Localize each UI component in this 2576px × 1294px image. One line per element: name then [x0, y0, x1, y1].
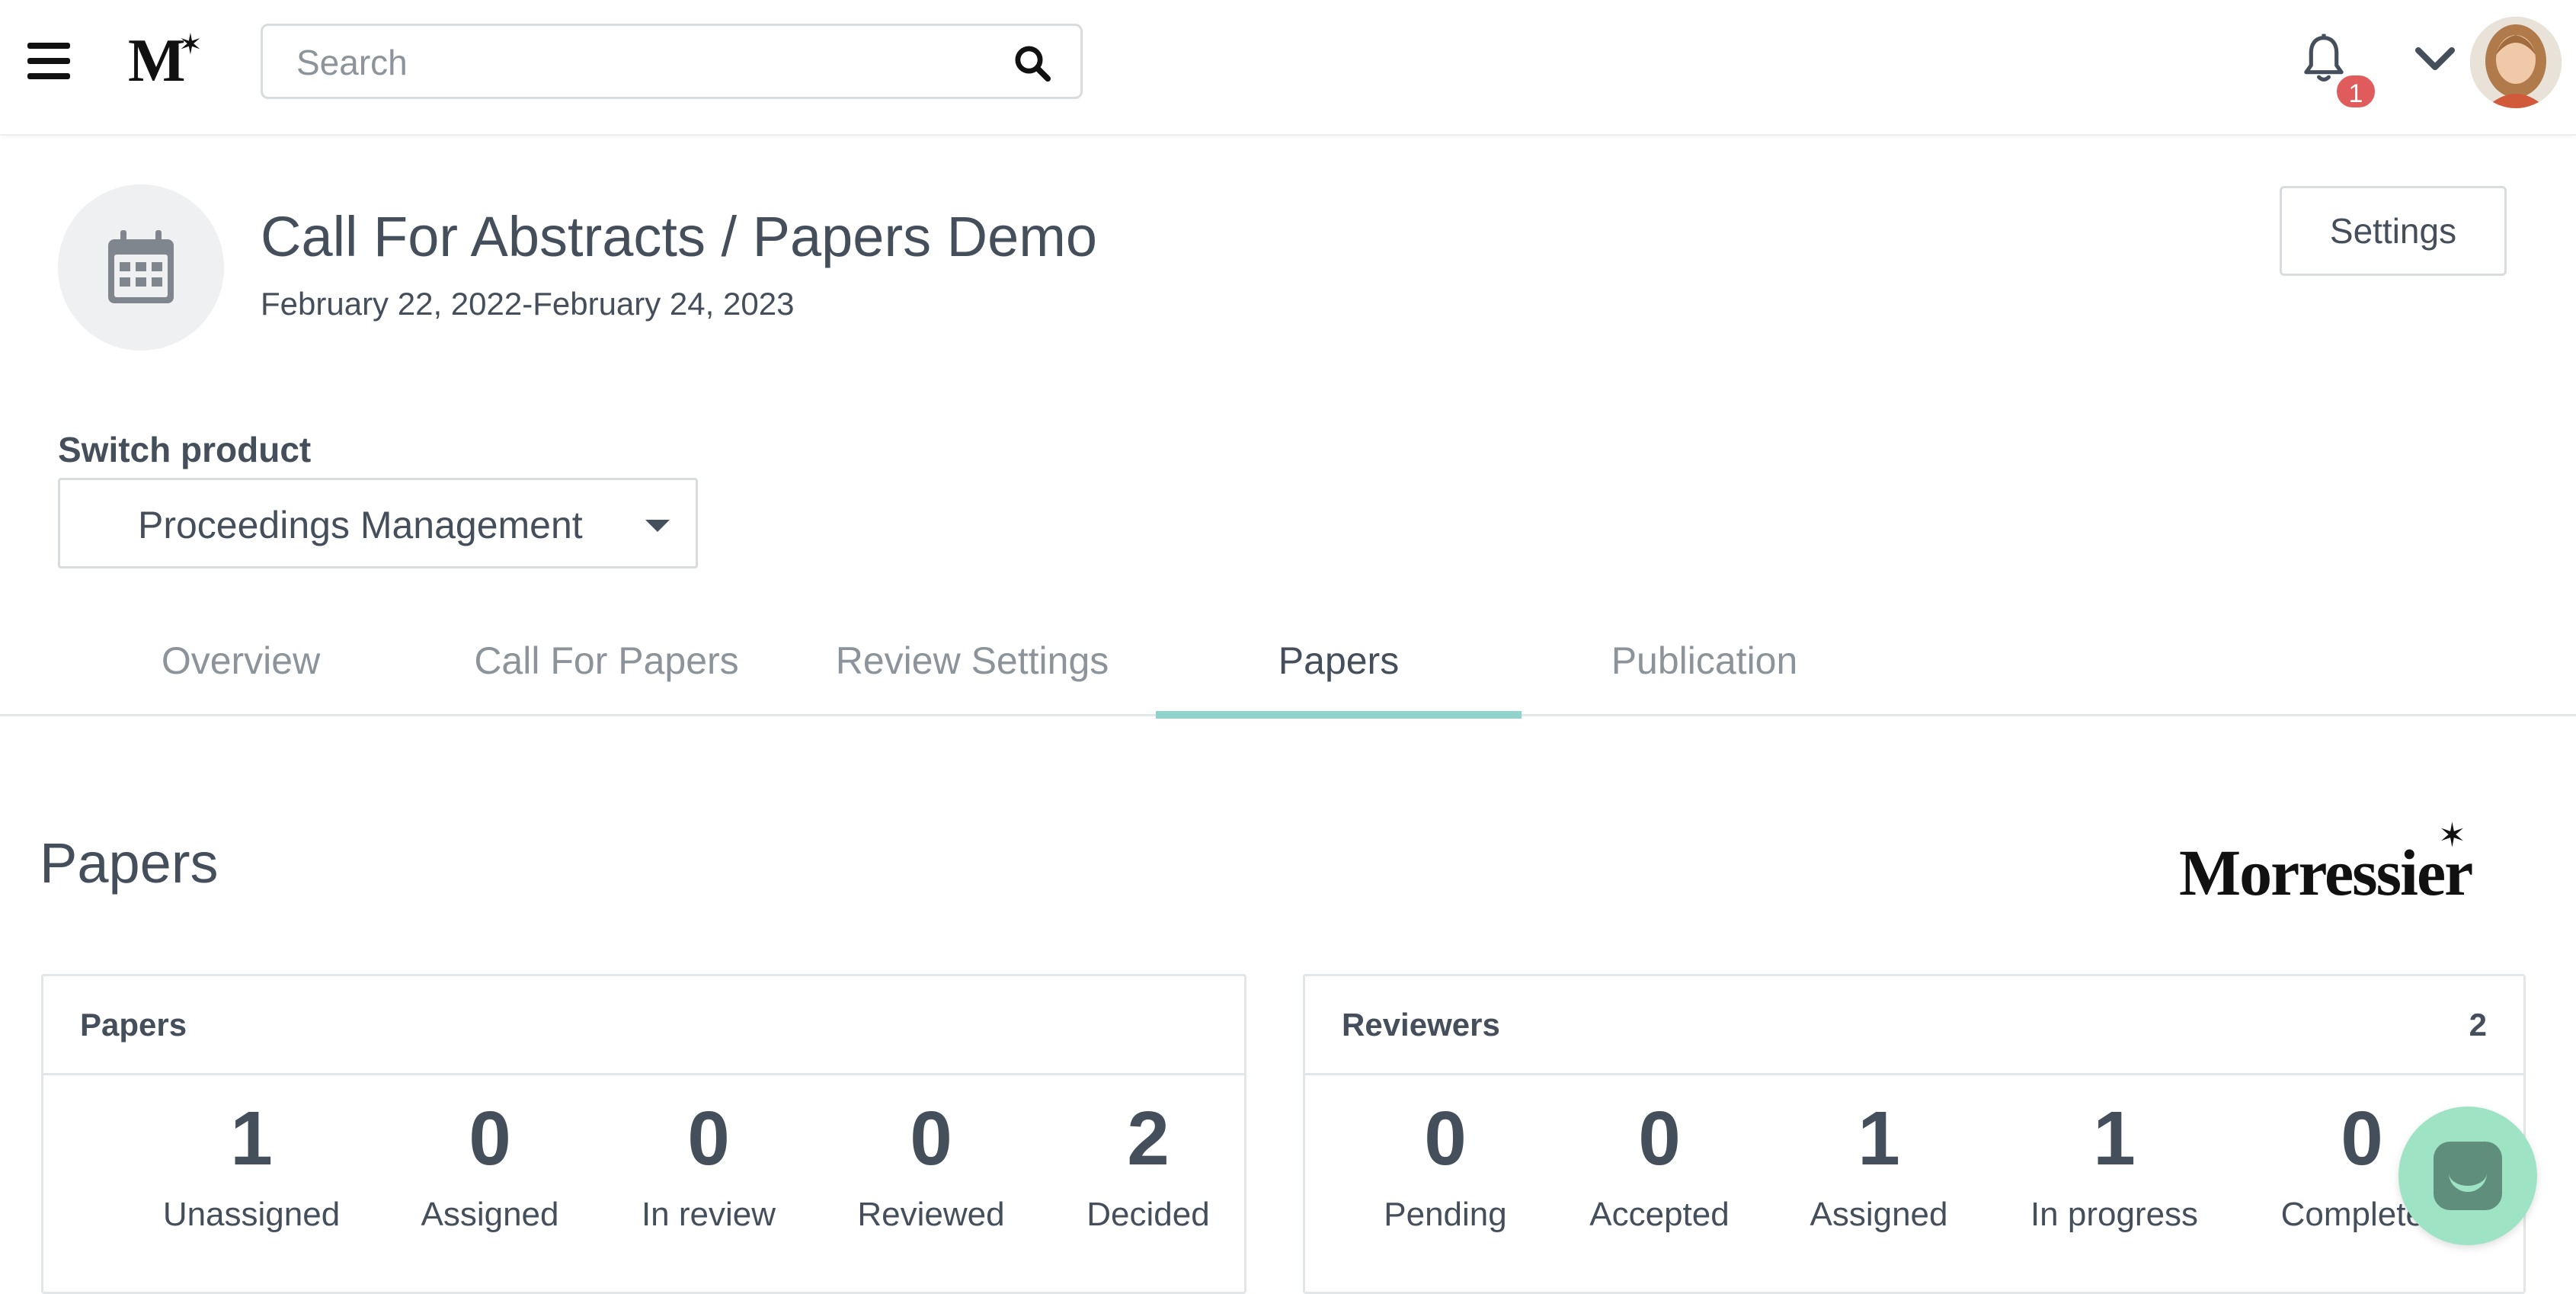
stat-accepted[interactable]: 0 Accepted: [1553, 1097, 1766, 1234]
stat-value: 0: [1424, 1096, 1467, 1181]
event-calendar-avatar: [58, 184, 224, 351]
stat-reviewer-assigned[interactable]: 1 Assigned: [1772, 1097, 1986, 1234]
stat-label: Reviewed: [857, 1196, 1005, 1233]
reviewers-card: Reviewers 2 0 Pending 0 Accepted 1 Assig…: [1303, 974, 2526, 1294]
calendar-icon: [108, 230, 174, 303]
stat-in-progress[interactable]: 1 In progress: [2008, 1097, 2221, 1234]
chat-launcher-button[interactable]: [2398, 1107, 2537, 1245]
stat-value: 1: [230, 1096, 273, 1181]
tab-call-for-papers[interactable]: Call For Papers: [424, 610, 789, 716]
brand-wordmark: Morressier: [2179, 836, 2473, 909]
avatar-image: [2470, 17, 2562, 108]
brand-logo: Morressier ✶: [2179, 817, 2530, 911]
stat-pending[interactable]: 0 Pending: [1339, 1097, 1552, 1234]
tab-publication[interactable]: Publication: [1522, 610, 1887, 716]
reviewers-card-header: Reviewers 2: [1305, 976, 2523, 1075]
stat-label: Decided: [1086, 1196, 1210, 1233]
stat-decided[interactable]: 2 Decided: [1042, 1097, 1255, 1234]
stat-label: Pending: [1384, 1196, 1507, 1233]
stat-unassigned[interactable]: 1 Unassigned: [145, 1097, 358, 1234]
section-title: Papers: [40, 831, 219, 895]
papers-card-title: Papers: [80, 1007, 187, 1043]
settings-button[interactable]: Settings: [2280, 186, 2507, 276]
event-dates: February 22, 2022-February 24, 2023: [261, 286, 795, 322]
stat-label: Assigned: [421, 1196, 559, 1233]
stat-label: Assigned: [1810, 1196, 1948, 1233]
stat-label: In progress: [2030, 1196, 2199, 1233]
stat-value: 2: [1127, 1096, 1170, 1181]
stat-assigned[interactable]: 0 Assigned: [383, 1097, 597, 1234]
papers-card-header: Papers: [43, 976, 1244, 1075]
stat-value: 0: [1638, 1096, 1681, 1181]
menu-icon[interactable]: [27, 43, 70, 79]
stat-label: Accepted: [1589, 1196, 1730, 1233]
stat-value: 0: [910, 1096, 952, 1181]
switch-product-label: Switch product: [58, 430, 312, 469]
stat-in-review[interactable]: 0 In review: [602, 1097, 815, 1234]
stat-label: In review: [641, 1196, 776, 1233]
caret-down-icon: [645, 520, 670, 532]
event-title: Call For Abstracts / Papers Demo: [261, 205, 1098, 268]
product-select[interactable]: Proceedings Management: [58, 478, 698, 569]
tab-papers[interactable]: Papers: [1156, 610, 1522, 719]
search-icon[interactable]: [1012, 43, 1053, 84]
tab-overview[interactable]: Overview: [58, 610, 424, 716]
notification-badge[interactable]: 1: [2334, 73, 2377, 110]
stat-value: 0: [687, 1096, 730, 1181]
stat-reviewed[interactable]: 0 Reviewed: [824, 1097, 1038, 1234]
logo-letter: M: [128, 27, 186, 94]
chevron-down-icon[interactable]: [2414, 44, 2456, 75]
tab-bar: Overview Call For Papers Review Settings…: [0, 610, 2576, 719]
reviewers-count: 2: [2469, 1007, 2487, 1043]
papers-card: Papers 1 Unassigned 0 Assigned 0 In revi…: [41, 974, 1246, 1294]
stat-value: 1: [2093, 1096, 2136, 1181]
stat-label: Unassigned: [162, 1196, 341, 1233]
app-logo[interactable]: M ✶: [128, 27, 212, 94]
avatar[interactable]: [2470, 17, 2562, 108]
tab-review-settings[interactable]: Review Settings: [789, 610, 1155, 716]
product-select-value: Proceedings Management: [138, 504, 583, 546]
chat-icon: [2434, 1142, 2502, 1210]
stat-value: 0: [469, 1096, 511, 1181]
search-box[interactable]: [261, 24, 1083, 99]
top-bar: M ✶ 1: [0, 0, 2576, 136]
stat-value: 1: [1858, 1096, 1900, 1181]
brand-star-icon: ✶: [2438, 817, 2466, 854]
logo-star-icon: ✶: [178, 29, 203, 61]
reviewers-card-title: Reviewers: [1342, 1007, 1500, 1043]
search-input[interactable]: [296, 40, 982, 85]
